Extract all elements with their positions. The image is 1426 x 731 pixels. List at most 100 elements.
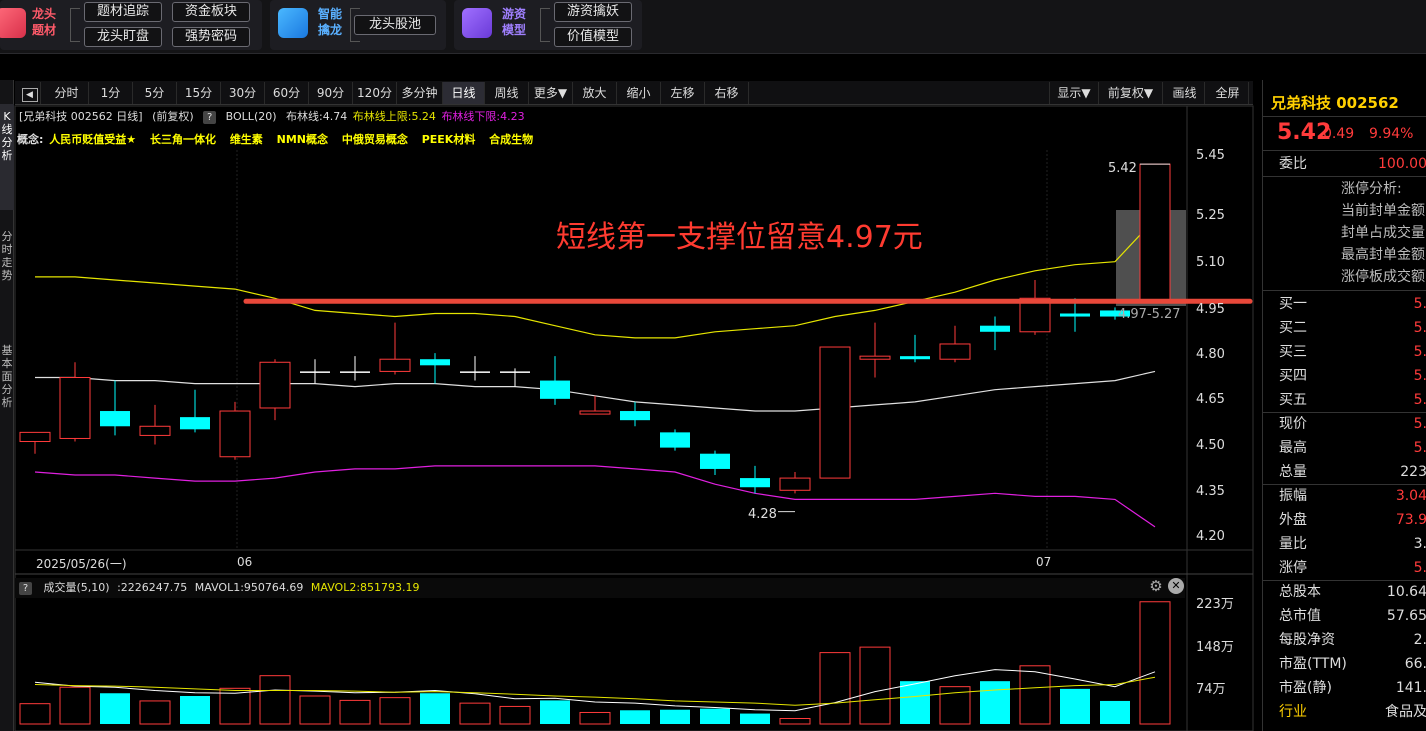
tab-kline-analysis[interactable]: K线分析 xyxy=(0,104,14,210)
value-model-button[interactable]: 价值模型 xyxy=(554,27,632,47)
volume-bar-down xyxy=(740,713,770,724)
volume-bar-down xyxy=(100,693,130,724)
theme-tracking-button[interactable]: 题材追踪 xyxy=(84,2,162,22)
zoom-out-button[interactable]: 缩小 xyxy=(617,82,661,104)
stat-label: 外盘 xyxy=(1279,512,1307,528)
mavol2-line xyxy=(34,676,1156,706)
concept-tag[interactable]: NMN概念 xyxy=(277,133,328,146)
concept-tags: 概念: 人民币贬值受益★ 长三角一体化 维生素 NMN概念 中俄贸易概念 PEE… xyxy=(15,130,1185,150)
fund-sector-button[interactable]: 资金板块 xyxy=(172,2,250,22)
concept-tag[interactable]: 人民币贬值受益★ xyxy=(49,133,136,146)
stat-value: 3. xyxy=(1413,536,1426,552)
stat-row: 现价 5. xyxy=(1263,412,1426,436)
bid-row[interactable]: 买一 5. xyxy=(1263,292,1426,316)
strong-code-button[interactable]: 强势密码 xyxy=(172,27,250,47)
period-weekly[interactable]: 周线 xyxy=(485,82,529,104)
stock-name-code: 兄弟科技 002562 xyxy=(1271,94,1399,112)
zoom-in-button[interactable]: 放大 xyxy=(573,82,617,104)
bid-label: 买二 xyxy=(1279,320,1307,336)
period-30min[interactable]: 30分 xyxy=(221,82,265,104)
candle-body-down xyxy=(900,356,930,360)
stat-label: 涨停 xyxy=(1279,560,1307,576)
period-5min[interactable]: 5分 xyxy=(133,82,177,104)
period-60min[interactable]: 60分 xyxy=(265,82,309,104)
period-multi-min[interactable]: 多分钟 xyxy=(397,82,443,104)
fund-value: 食品及 xyxy=(1385,704,1426,720)
stat-value: 223 xyxy=(1400,464,1426,480)
divider xyxy=(1263,116,1426,117)
bid-row[interactable]: 买二 5. xyxy=(1263,316,1426,340)
concept-tag[interactable]: 合成生物 xyxy=(489,133,533,146)
volume-bar-up xyxy=(1019,665,1051,725)
stat-row: 量比 3. xyxy=(1263,532,1426,556)
bid-price: 5. xyxy=(1413,368,1426,384)
mavol1-line xyxy=(34,669,1156,712)
period-intraday[interactable]: 分时 xyxy=(45,82,89,104)
collapse-panel-button[interactable]: ◀ xyxy=(19,82,41,104)
candle-body-up xyxy=(1139,163,1171,302)
help-icon[interactable]: ? xyxy=(19,581,32,595)
price-change: 0.49 xyxy=(1323,126,1355,142)
mavol2-value: MAVOL2:851793.19 xyxy=(310,581,420,594)
concept-tag[interactable]: 长三角一体化 xyxy=(150,133,216,146)
boll-mid-value: 布林线:4.74 xyxy=(286,110,348,123)
dragon-pool-button[interactable]: 龙头股池 xyxy=(354,15,436,35)
book-icon xyxy=(0,8,26,38)
help-icon[interactable]: ? xyxy=(203,110,217,124)
period-1min[interactable]: 1分 xyxy=(89,82,133,104)
period-more-dropdown[interactable]: 更多▼ xyxy=(529,82,573,104)
candle-body-doji xyxy=(500,371,530,373)
volume-bar-down xyxy=(620,710,650,724)
candle-body-down xyxy=(660,432,690,448)
bid-label: 买三 xyxy=(1279,344,1307,360)
period-15min[interactable]: 15分 xyxy=(177,82,221,104)
x-tick: 2025/05/26(一) xyxy=(36,557,127,571)
candle-body-doji xyxy=(340,371,370,373)
candle-body-down xyxy=(740,478,770,488)
volume-bar-up xyxy=(299,695,331,725)
tab-intraday[interactable]: 分时走势 xyxy=(0,224,14,324)
stat-value: 5. xyxy=(1413,440,1426,456)
gear-icon[interactable]: ⚙ xyxy=(1148,578,1164,594)
boll-lower-line xyxy=(34,465,1156,528)
stat-row: 外盘 73.9 xyxy=(1263,508,1426,532)
adjust-dropdown[interactable]: 前复权▼ xyxy=(1099,82,1163,104)
hot-money-group: 游资模型 游资擒妖 价值模型 xyxy=(454,0,642,50)
bid-row[interactable]: 买四 5. xyxy=(1263,364,1426,388)
volume-y-tick: 148万 xyxy=(1196,640,1234,655)
close-icon[interactable]: ✕ xyxy=(1168,578,1184,594)
display-dropdown[interactable]: 显示▼ xyxy=(1049,82,1099,104)
period-120min[interactable]: 120分 xyxy=(353,82,397,104)
concept-tag[interactable]: 维生素 xyxy=(230,133,263,146)
tab-fundamentals[interactable]: 基本面分析 xyxy=(0,338,14,448)
stat-label: 现价 xyxy=(1279,416,1307,432)
y-tick: 4.65 xyxy=(1196,392,1225,407)
stat-value: 73.9 xyxy=(1395,512,1426,528)
candle-body-up xyxy=(259,361,291,409)
concept-tag[interactable]: PEEK材料 xyxy=(422,133,476,146)
fund-label: 市盈(TTM) xyxy=(1279,656,1347,672)
volume-bar-down xyxy=(980,681,1010,724)
dragon-watch-button[interactable]: 龙头盯盘 xyxy=(84,27,162,47)
stat-label: 总量 xyxy=(1279,464,1307,480)
x-tick: 07 xyxy=(1036,555,1052,569)
fullscreen-button[interactable]: 全屏 xyxy=(1207,82,1249,104)
period-daily[interactable]: 日线 xyxy=(443,82,485,104)
shift-left-button[interactable]: 左移 xyxy=(661,82,705,104)
shift-right-button[interactable]: 右移 xyxy=(705,82,749,104)
period-90min[interactable]: 90分 xyxy=(309,82,353,104)
fund-row: 市盈(静) 141. xyxy=(1263,676,1426,700)
draw-line-button[interactable]: 画线 xyxy=(1165,82,1205,104)
support-annotation: 短线第一支撑位留意4.97元 xyxy=(556,220,923,255)
volume-bar-up xyxy=(19,703,51,725)
volume-bar-up xyxy=(859,646,891,725)
candle-body-up xyxy=(19,431,51,443)
bid-row[interactable]: 买五 5. xyxy=(1263,388,1426,412)
y-tick: 4.35 xyxy=(1196,484,1225,499)
concept-tag[interactable]: 中俄贸易概念 xyxy=(342,133,408,146)
y-tick: 4.50 xyxy=(1196,438,1225,453)
bid-row[interactable]: 买三 5. xyxy=(1263,340,1426,364)
hotmoney-demon-button[interactable]: 游资擒妖 xyxy=(554,2,632,22)
volume-bar-up xyxy=(939,686,971,725)
candle-body-up xyxy=(579,410,611,415)
